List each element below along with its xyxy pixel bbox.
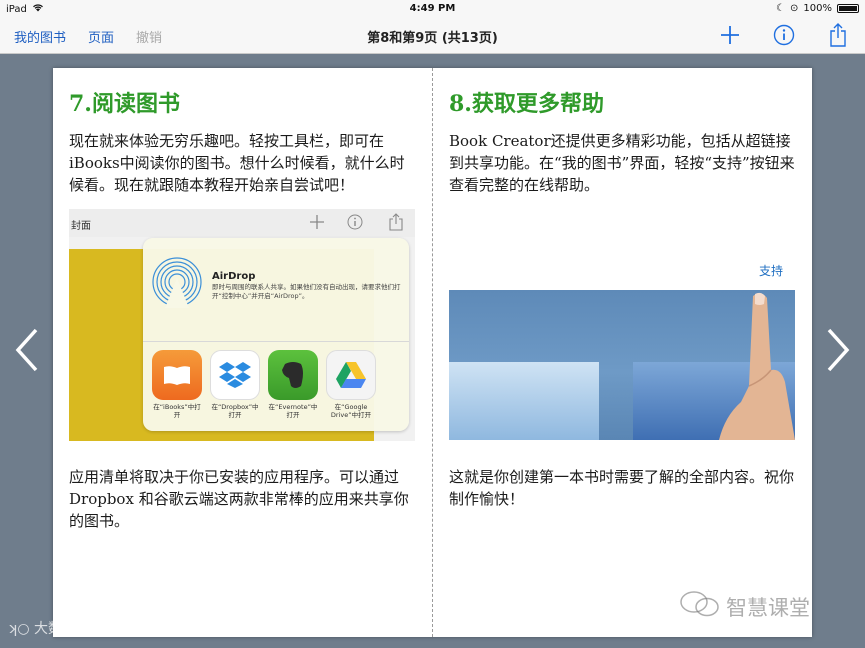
watermark-right: 智慧课堂: [680, 590, 810, 623]
evernote-caption: 在“Evernote”中打开: [268, 403, 318, 419]
battery-icon: [837, 4, 859, 13]
airdrop-description: 即时与周围的联系人共享。如果他们没有自动出现，请要求他们打开“控制中心”并开启“…: [212, 283, 401, 300]
dropbox-caption: 在“Dropbox”中打开: [211, 403, 259, 419]
info-icon[interactable]: [771, 22, 797, 48]
airdrop-title: AirDrop: [212, 271, 256, 282]
plus-icon[interactable]: [717, 22, 743, 48]
evernote-app: 在“Evernote”中打开: [267, 350, 319, 419]
share-icon[interactable]: [825, 22, 851, 48]
screenshot-share-icon: [389, 213, 403, 234]
screenshot-plus-icon: [309, 214, 325, 233]
left-page-intro: 现在就来体验无穷乐趣吧。轻按工具栏，即可在iBooks中阅读你的图书。想什么时候…: [69, 132, 405, 194]
ibooks-app: 在“iBooks”中打开: [151, 350, 203, 419]
watermark-left-logo-icon: ʞ○: [8, 621, 30, 637]
right-page-heading: 8.获取更多帮助: [449, 91, 604, 117]
next-page-arrow-icon[interactable]: [825, 328, 851, 372]
right-page-outro: 这就是你创建第一本书时需要了解的全部内容。祝你制作愉快！: [449, 468, 795, 508]
rotation-lock-icon: ⊙: [790, 3, 799, 14]
left-page-outro: 应用清单将取决于你已安装的应用程序。可以通过Dropbox 和谷歌云端这两款非常…: [69, 468, 409, 530]
book-spread: 7.阅读图书 现在就来体验无穷乐趣吧。轻按工具栏，即可在iBooks中阅读你的图…: [53, 68, 812, 637]
support-screenshot: [449, 290, 795, 440]
share-sheet: AirDrop 即时与周围的联系人共享。如果他们没有自动出现，请要求他们打开“控…: [143, 238, 409, 431]
screenshot-toolbar: 封面: [69, 209, 415, 237]
previous-page-arrow-icon[interactable]: [14, 328, 40, 372]
evernote-icon: [268, 350, 318, 400]
support-button: 支持: [758, 264, 783, 278]
ibooks-icon: [152, 350, 202, 400]
ibooks-caption: 在“iBooks”中打开: [153, 403, 201, 419]
dropbox-icon: [210, 350, 260, 400]
google-drive-caption: 在“Google Drive”中打开: [330, 403, 372, 419]
sky-thumbnail-1: [449, 362, 599, 440]
status-time: 4:49 PM: [409, 3, 456, 14]
moon-icon: ☾: [776, 3, 786, 14]
dropbox-app: 在“Dropbox”中打开: [209, 350, 261, 419]
share-menu-screenshot: 封面 AirDrop 即时与周围的联系人共享。如果他们没有自动出现，请要求他们打…: [69, 209, 415, 441]
airdrop-icon: [151, 256, 203, 312]
wechat-icon: [680, 590, 720, 623]
watermark-left: ʞ○ 大数跨境: [8, 618, 90, 638]
screenshot-info-icon: [347, 214, 363, 233]
google-drive-icon: [326, 350, 376, 400]
screenshot-cover-label: 封面: [71, 221, 91, 232]
status-bar: iPad 4:49 PM ☾ ⊙ 100%: [0, 0, 865, 18]
battery-label: 100%: [803, 3, 832, 14]
watermark-left-text: 大数跨境: [34, 621, 91, 637]
share-sheet-separator: [143, 341, 409, 342]
page-divider: [432, 68, 433, 637]
watermark-right-text: 智慧课堂: [726, 595, 810, 620]
google-drive-app: 在“Google Drive”中打开: [325, 350, 377, 419]
right-page[interactable]: 8.获取更多帮助 Book Creator还提供更多精彩功能，包括从超链接到共享…: [449, 68, 795, 637]
left-page-heading: 7.阅读图书: [69, 91, 180, 117]
finger-tap-icon: [719, 290, 795, 440]
left-page[interactable]: 7.阅读图书 现在就来体验无穷乐趣吧。轻按工具栏，即可在iBooks中阅读你的图…: [69, 68, 415, 637]
right-page-intro: Book Creator还提供更多精彩功能，包括从超链接到共享功能。在“我的图书…: [449, 132, 795, 194]
navigation-bar: 我的图书 页面 撤销 第8和第9页 (共13页): [0, 18, 865, 54]
